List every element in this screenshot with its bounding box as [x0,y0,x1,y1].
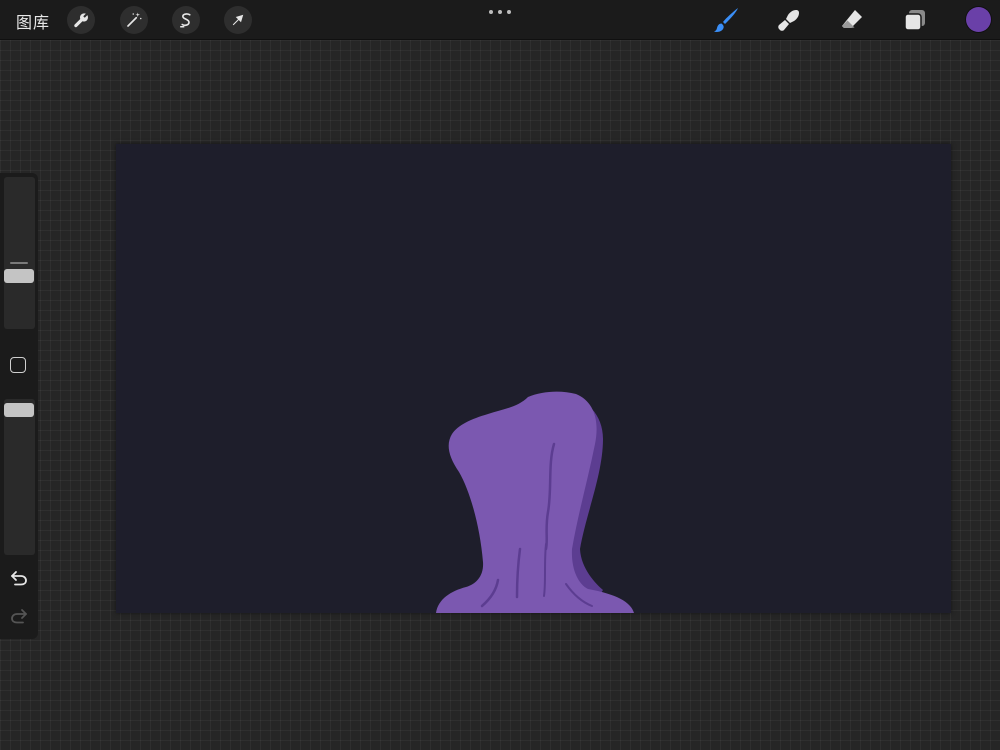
opacity-slider-thumb[interactable] [4,403,34,418]
top-toolbar: 图库 [0,0,1000,40]
selection-button[interactable] [172,6,200,34]
brush-size-slider-thumb[interactable] [4,269,34,284]
actions-button[interactable] [67,6,95,34]
drawing-canvas[interactable] [116,144,951,613]
undo-button[interactable] [8,567,30,589]
color-picker-button[interactable] [966,7,991,32]
undo-icon [11,571,27,586]
redo-button[interactable] [8,605,30,627]
eraser-tool-button[interactable] [837,5,867,35]
magic-wand-icon [127,12,142,27]
wrench-icon [74,13,88,28]
transform-arrow-icon [232,14,244,26]
brush-size-slider[interactable] [4,177,35,329]
slider-tick-mark [10,262,28,264]
dot-icon [489,10,493,14]
transform-button[interactable] [224,6,252,34]
selection-s-icon [180,13,191,28]
artwork [436,391,634,613]
purple-figure [436,391,634,613]
smudge-icon [778,10,799,31]
opacity-slider[interactable] [4,399,35,555]
layers-icon [904,10,925,31]
dot-icon [507,10,511,14]
modify-button[interactable] [10,357,26,373]
eraser-icon [842,10,862,28]
dot-icon [498,10,502,14]
adjustments-button[interactable] [120,6,148,34]
brush-icon [714,8,738,32]
redo-icon [11,609,27,624]
layers-button[interactable] [900,5,930,35]
smudge-tool-button[interactable] [774,5,804,35]
more-options-button[interactable] [489,8,511,16]
brush-tool-button[interactable] [711,5,741,35]
left-sidebar [0,173,38,639]
gallery-button[interactable]: 图库 [16,9,50,33]
